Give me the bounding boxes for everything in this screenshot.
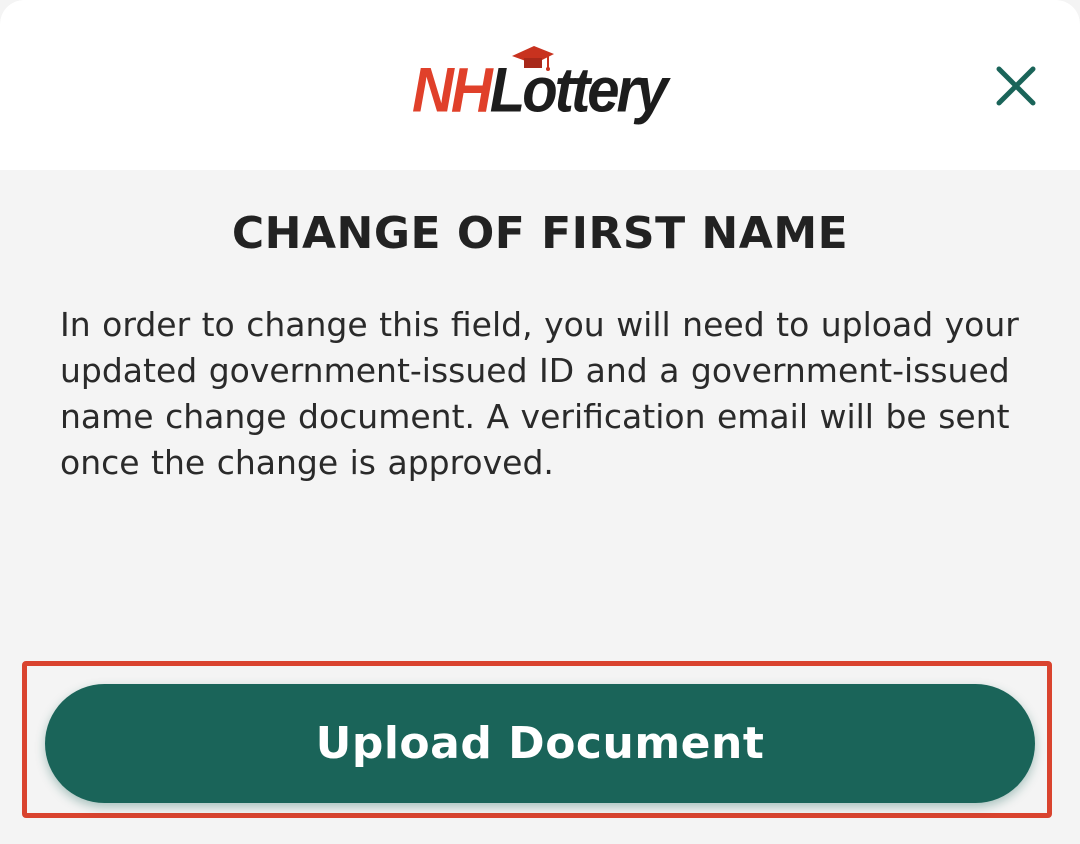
dialog-header: NH Lottery <box>0 0 1080 170</box>
change-name-dialog: NH Lottery CHANGE OF FIRST NAME In order … <box>0 0 1080 844</box>
close-button[interactable] <box>990 60 1042 112</box>
dialog-title: CHANGE OF FIRST NAME <box>231 208 849 259</box>
upload-document-button[interactable]: Upload Document <box>45 684 1035 803</box>
logo-nh-text: NH <box>412 55 493 126</box>
dialog-message: In order to change this field, you will … <box>60 305 1019 482</box>
graduation-cap-icon <box>512 46 554 71</box>
close-icon <box>996 66 1036 106</box>
nh-lottery-logo: NH Lottery <box>412 40 672 126</box>
